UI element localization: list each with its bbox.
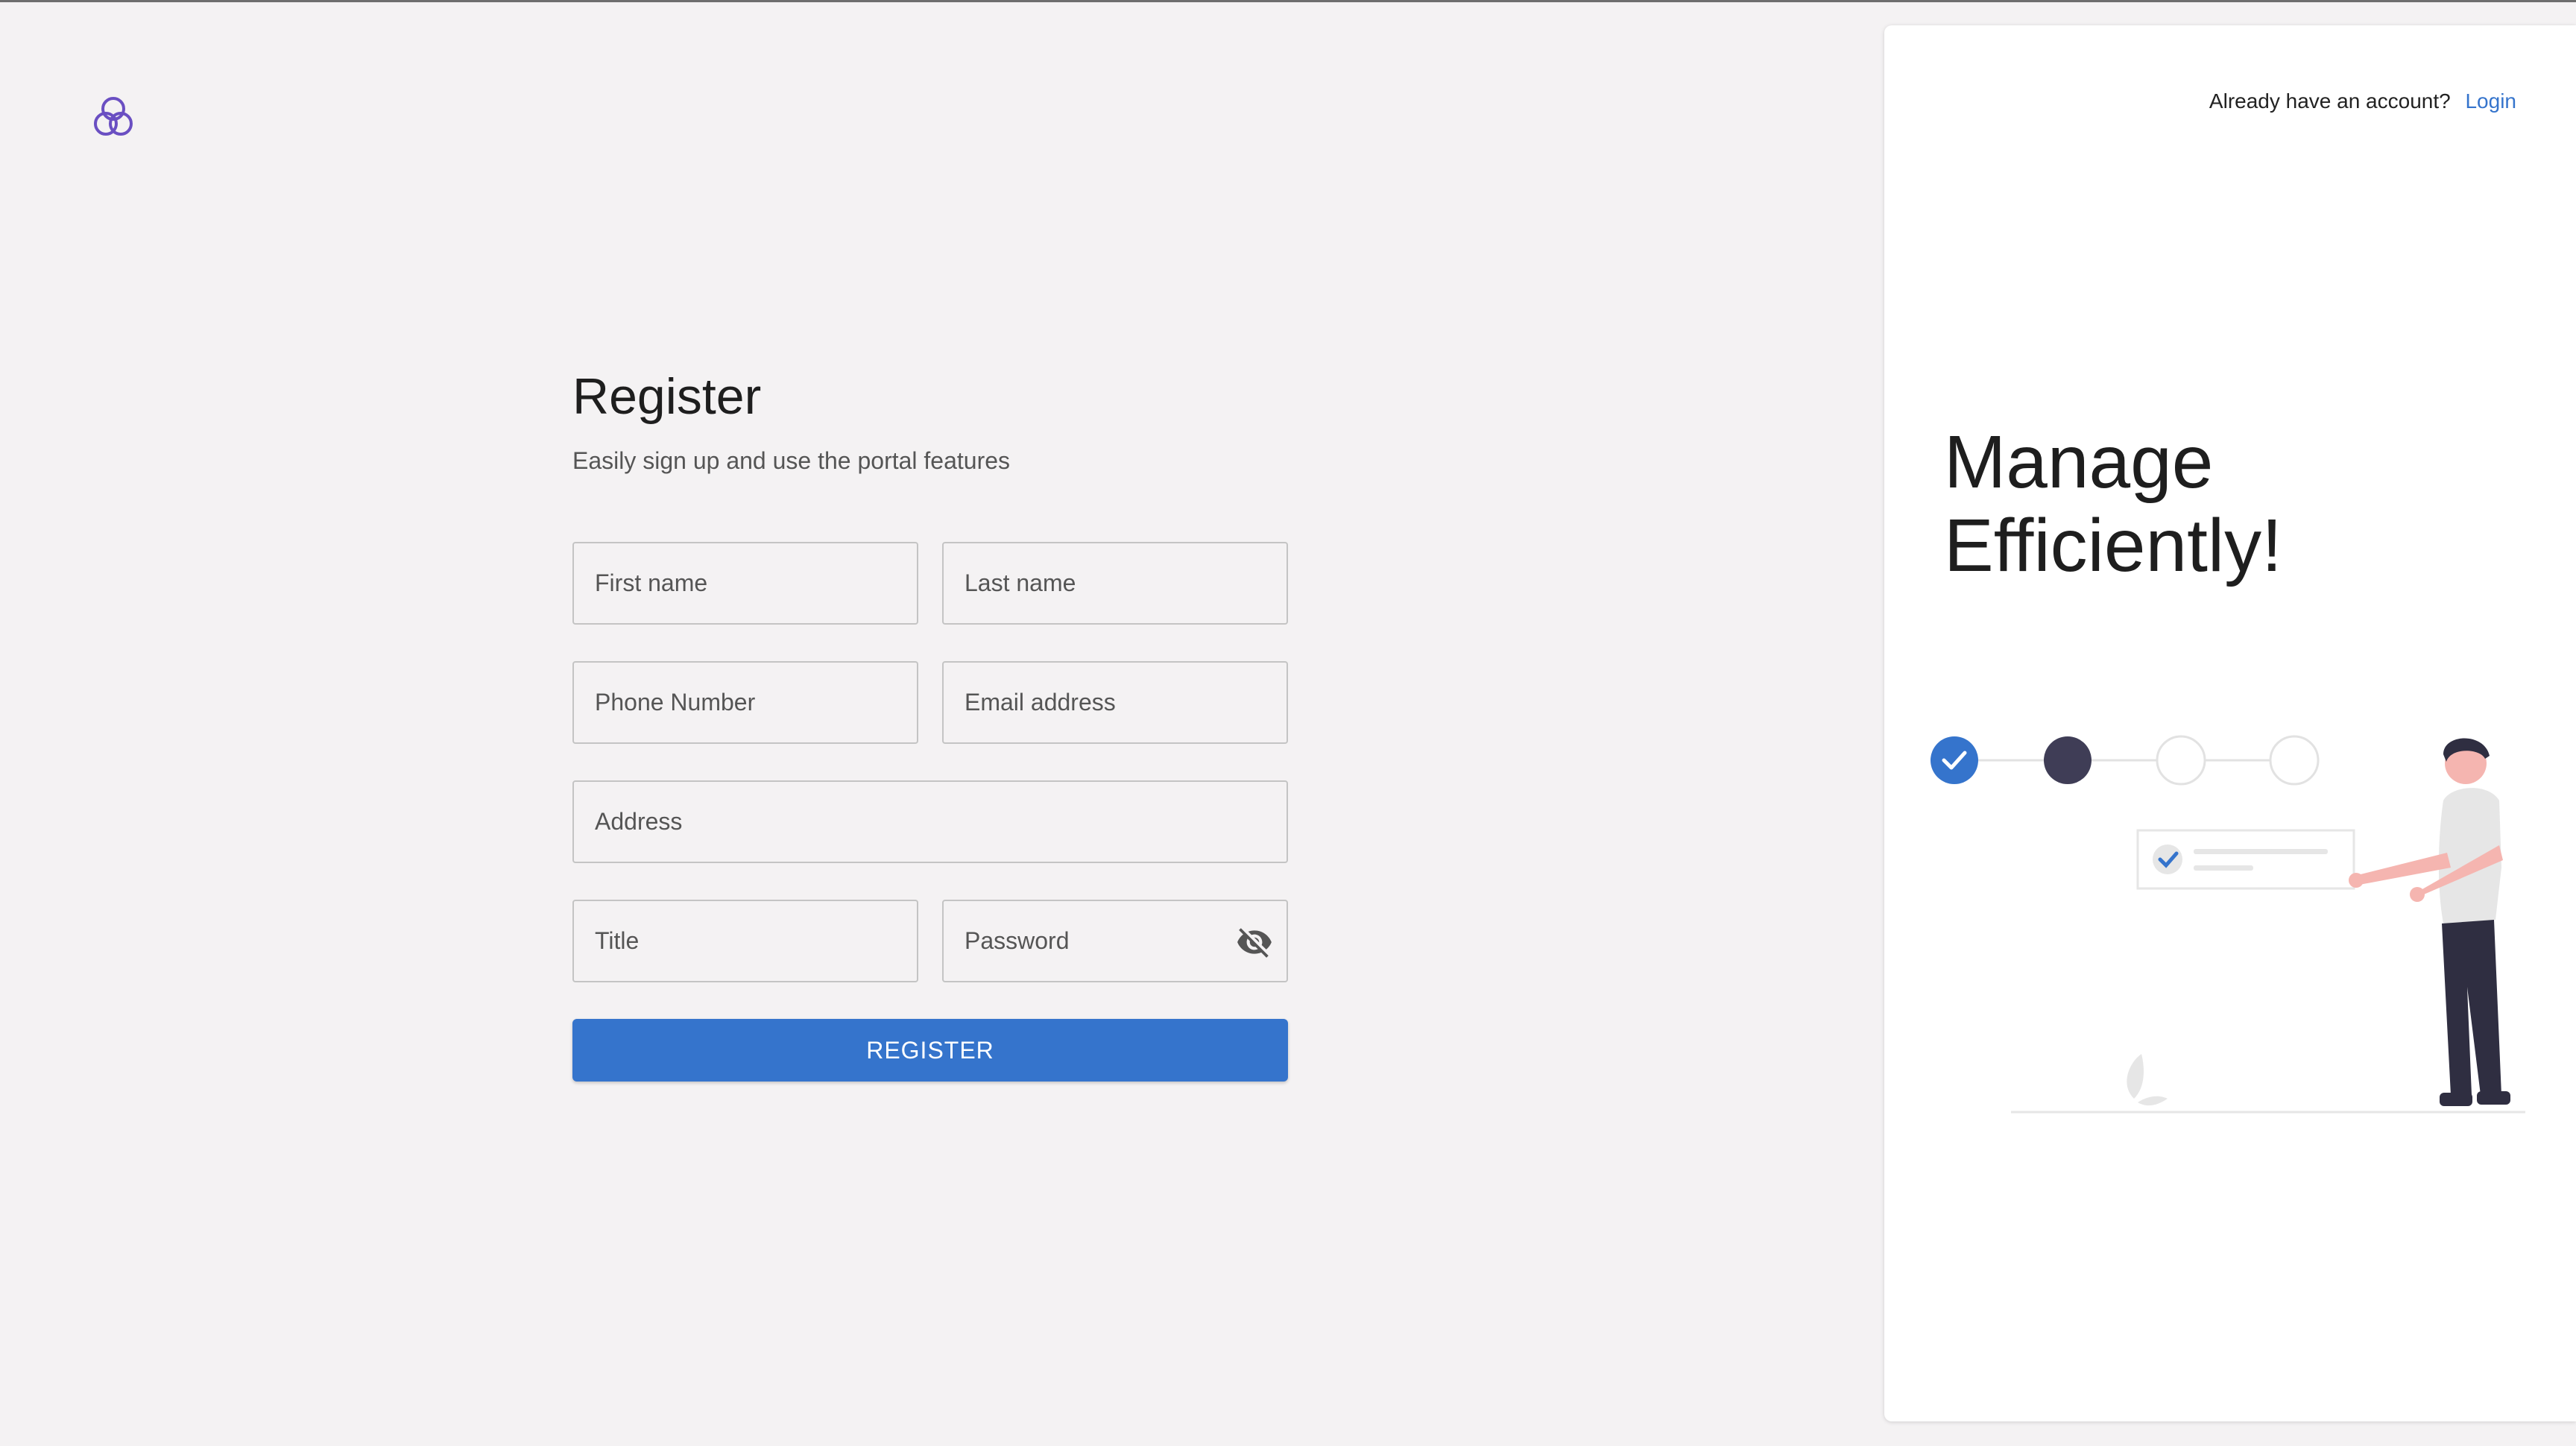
address-placeholder: Address (595, 808, 683, 835)
window-top-border (0, 0, 2576, 2)
step-current-icon (2044, 736, 2092, 784)
login-prompt: Already have an account? (2209, 89, 2451, 113)
last-name-placeholder: Last name (965, 569, 1076, 596)
password-placeholder: Password (965, 927, 1070, 954)
register-button[interactable]: REGISTER (572, 1019, 1288, 1082)
title-field[interactable]: Title (572, 900, 918, 982)
logo-icon[interactable] (86, 89, 140, 143)
first-name-placeholder: First name (595, 569, 708, 596)
step-pending-icon (2156, 735, 2206, 786)
hero-line-2: Efficiently! (1944, 504, 2282, 587)
phone-number-placeholder: Phone Number (595, 689, 756, 716)
info-panel: Already have an account? Login Manage Ef… (1884, 25, 2576, 1421)
first-name-field[interactable]: First name (572, 542, 918, 625)
password-field[interactable]: Password (942, 900, 1288, 982)
visibility-off-icon[interactable] (1236, 924, 1273, 961)
last-name-field[interactable]: Last name (942, 542, 1288, 625)
login-row: Already have an account? Login (2209, 89, 2516, 113)
title-placeholder: Title (595, 927, 640, 954)
address-field[interactable]: Address (572, 780, 1288, 863)
hero-heading: Manage Efficiently! (1944, 420, 2282, 587)
progress-illustration (1931, 735, 2525, 1114)
login-link[interactable]: Login (2465, 89, 2516, 113)
hero-line-1: Manage (1944, 420, 2214, 504)
page-title: Register (572, 368, 762, 425)
email-field[interactable]: Email address (942, 661, 1288, 744)
page-subtitle: Easily sign up and use the portal featur… (572, 447, 1011, 474)
phone-number-field[interactable]: Phone Number (572, 661, 918, 744)
step-complete-icon (1931, 736, 1978, 784)
email-placeholder: Email address (965, 689, 1116, 716)
step-pending-icon (2269, 735, 2320, 786)
register-form-header: Register Easily sign up and use the port… (572, 365, 1288, 476)
